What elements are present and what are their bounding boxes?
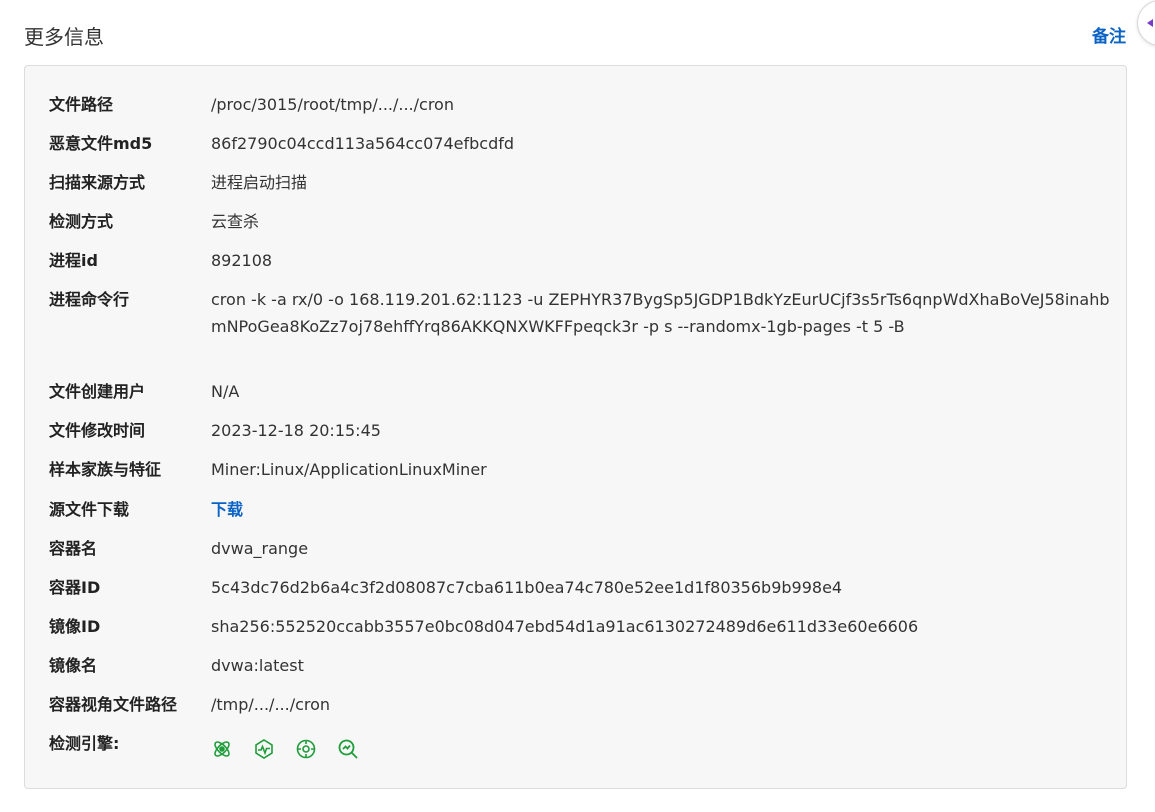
detect-method-value: 云查杀 [211, 212, 260, 231]
row-image-name: 镜像名 dvwa:latest [49, 652, 1111, 679]
create-user-label: 文件创建用户 [49, 382, 146, 401]
container-path-value: /tmp/.../.../cron [211, 695, 331, 714]
row-md5: 恶意文件md5 86f2790c04ccd113a564cc074efbcdfd [49, 130, 1111, 157]
image-name-label: 镜像名 [49, 656, 98, 675]
row-scan-source: 扫描来源方式 进程启动扫描 [49, 169, 1111, 196]
detect-engine-label: 检测引擎: [49, 734, 120, 753]
md5-label: 恶意文件md5 [49, 134, 153, 153]
image-name-value: dvwa:latest [211, 656, 304, 675]
remark-link[interactable]: 备注 [1092, 24, 1126, 50]
row-create-user: 文件创建用户 N/A [49, 378, 1111, 405]
source-download-label: 源文件下载 [49, 500, 130, 519]
container-name-label: 容器名 [49, 539, 98, 558]
row-container-path: 容器视角文件路径 /tmp/.../.../cron [49, 691, 1111, 718]
container-id-value: 5c43dc76d2b6a4c3f2d08087c7cba611b0ea74c7… [211, 578, 843, 597]
row-container-name: 容器名 dvwa_range [49, 535, 1111, 562]
image-id-label: 镜像ID [49, 617, 101, 636]
image-id-value: sha256:552520ccabb3557e0bc08d047ebd54d1a… [211, 617, 919, 636]
process-id-label: 进程id [49, 251, 98, 270]
row-process-cmdline: 进程命令行 cron -k -a rx/0 -o 168.119.201.62:… [49, 286, 1111, 340]
sample-family-label: 样本家族与特征 [49, 460, 162, 479]
side-panel-toggle[interactable] [1137, 0, 1155, 46]
sample-family-value: Miner:Linux/ApplicationLinuxMiner [211, 460, 487, 479]
atom-engine-icon[interactable] [211, 738, 233, 760]
target-engine-icon[interactable] [295, 738, 317, 760]
detail-card: 文件路径 /proc/3015/root/tmp/.../.../cron 恶意… [24, 65, 1127, 789]
container-name-value: dvwa_range [211, 539, 309, 558]
download-link[interactable]: 下载 [211, 496, 1111, 523]
scan-source-label: 扫描来源方式 [49, 173, 146, 192]
md5-value: 86f2790c04ccd113a564cc074efbcdfd [211, 134, 515, 153]
row-process-id: 进程id 892108 [49, 247, 1111, 274]
row-detect-method: 检测方式 云查杀 [49, 208, 1111, 235]
more-info-panel: 更多信息 备注 文件路径 /proc/3015/root/tmp/.../...… [0, 0, 1155, 812]
modify-time-value: 2023-12-18 20:15:45 [211, 421, 381, 440]
container-id-label: 容器ID [49, 578, 101, 597]
create-user-value: N/A [211, 382, 240, 401]
engine-icon-list [211, 730, 1111, 760]
modify-time-label: 文件修改时间 [49, 421, 146, 440]
row-source-download: 源文件下载 下载 [49, 496, 1111, 523]
pulse-engine-icon[interactable] [253, 738, 275, 760]
section-title: 更多信息 [24, 25, 104, 49]
row-image-id: 镜像ID sha256:552520ccabb3557e0bc08d047ebd… [49, 613, 1111, 640]
collapse-arrow-icon [1147, 19, 1153, 27]
file-path-label: 文件路径 [49, 95, 114, 114]
search-chart-engine-icon[interactable] [337, 738, 359, 760]
row-sample-family: 样本家族与特征 Miner:Linux/ApplicationLinuxMine… [49, 456, 1111, 483]
file-path-value: /proc/3015/root/tmp/.../.../cron [211, 95, 454, 114]
container-path-label: 容器视角文件路径 [49, 695, 178, 714]
process-cmdline-value: cron -k -a rx/0 -o 168.119.201.62:1123 -… [211, 290, 1110, 336]
row-detect-engine: 检测引擎: [49, 730, 1111, 760]
row-file-path: 文件路径 /proc/3015/root/tmp/.../.../cron [49, 91, 1111, 118]
scan-source-value: 进程启动扫描 [211, 173, 308, 192]
detect-method-label: 检测方式 [49, 212, 114, 231]
row-modify-time: 文件修改时间 2023-12-18 20:15:45 [49, 417, 1111, 444]
process-id-value: 892108 [211, 251, 273, 270]
row-container-id: 容器ID 5c43dc76d2b6a4c3f2d08087c7cba611b0e… [49, 574, 1111, 601]
process-cmdline-label: 进程命令行 [49, 290, 130, 309]
